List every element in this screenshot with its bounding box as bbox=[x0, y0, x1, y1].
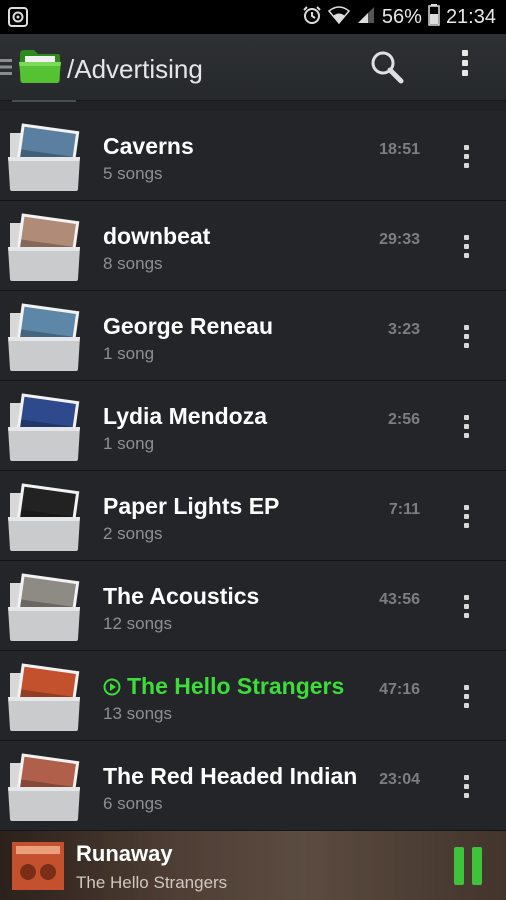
folder-song-count: 5 songs bbox=[103, 164, 163, 183]
folder-song-count: 2 songs bbox=[103, 524, 163, 543]
folder-duration: 47:16 bbox=[379, 681, 420, 698]
wifi-icon bbox=[327, 5, 350, 30]
status-bar: 56% 21:34 bbox=[0, 0, 506, 34]
folder-song-count: 1 song bbox=[103, 344, 155, 363]
battery-icon bbox=[428, 3, 440, 31]
folder-duration: 43:56 bbox=[379, 591, 420, 608]
battery-percent: 56% bbox=[381, 5, 422, 28]
folder-album-art-icon bbox=[6, 573, 82, 643]
folder-overflow-icon[interactable] bbox=[460, 235, 472, 265]
folder-title: George Reneau bbox=[103, 313, 273, 339]
folder-overflow-icon[interactable] bbox=[460, 145, 472, 175]
folder-duration: 7:11 bbox=[388, 501, 420, 518]
folder-row[interactable]: Paper Lights EP 2 songs 7:11 bbox=[0, 471, 506, 561]
folder-title: Caverns bbox=[103, 133, 194, 159]
folder-title: The Acoustics bbox=[103, 583, 260, 609]
now-playing-artist: The Hello Strangers bbox=[76, 873, 228, 892]
status-time: 21:34 bbox=[445, 5, 496, 28]
folder-overflow-icon[interactable] bbox=[460, 505, 472, 535]
folder-song-count: 1 song bbox=[103, 434, 155, 453]
folder-album-art-icon bbox=[6, 303, 82, 373]
overflow-menu-icon[interactable] bbox=[458, 50, 472, 84]
folder-overflow-icon[interactable] bbox=[460, 415, 472, 445]
folder-album-art-icon bbox=[6, 753, 82, 823]
pause-icon bbox=[454, 847, 464, 885]
folder-song-count: 8 songs bbox=[103, 254, 163, 273]
playing-indicator-icon bbox=[103, 678, 121, 696]
folder-duration: 29:33 bbox=[379, 231, 420, 248]
drawer-menu-icon[interactable] bbox=[0, 58, 12, 76]
search-icon[interactable] bbox=[370, 50, 404, 89]
folder-duration: 18:51 bbox=[379, 141, 420, 158]
folder-title: The Hello Strangers bbox=[127, 673, 345, 699]
folder-row[interactable]: The Acoustics 12 songs 43:56 bbox=[0, 561, 506, 651]
folder-title: downbeat bbox=[103, 223, 211, 249]
now-playing-bar[interactable]: Runaway The Hello Strangers bbox=[0, 831, 506, 900]
folder-overflow-icon[interactable] bbox=[460, 775, 472, 805]
folder-album-art-icon bbox=[6, 483, 82, 553]
path-title: /Advertising bbox=[67, 54, 203, 84]
signal-icon bbox=[356, 5, 376, 30]
folder-icon[interactable] bbox=[18, 48, 62, 89]
folder-album-art-icon bbox=[6, 663, 82, 733]
screenshot-notification-icon bbox=[8, 7, 28, 32]
folder-duration: 2:56 bbox=[387, 411, 420, 428]
pause-button[interactable] bbox=[452, 847, 484, 885]
folder-song-count: 6 songs bbox=[103, 794, 163, 813]
now-playing-album-art[interactable] bbox=[12, 842, 64, 890]
folder-row[interactable]: downbeat 8 songs 29:33 bbox=[0, 201, 506, 291]
folder-song-count: 13 songs bbox=[103, 704, 172, 723]
now-playing-title: Runaway bbox=[76, 841, 173, 866]
folder-row[interactable]: George Reneau 1 song 3:23 bbox=[0, 291, 506, 381]
folder-title: The Red Headed Indian bbox=[103, 763, 358, 789]
folder-row[interactable]: Caverns 5 songs 18:51 bbox=[0, 111, 506, 201]
folder-overflow-icon[interactable] bbox=[460, 685, 472, 715]
alarm-icon bbox=[302, 5, 322, 30]
folder-song-count: 12 songs bbox=[103, 614, 172, 633]
folder-overflow-icon[interactable] bbox=[460, 595, 472, 625]
folder-duration: 23:04 bbox=[379, 771, 420, 788]
folder-row[interactable]: The Hello Strangers 13 songs 47:16 bbox=[0, 651, 506, 741]
folder-title: Paper Lights EP bbox=[103, 493, 280, 519]
folder-overflow-icon[interactable] bbox=[460, 325, 472, 355]
folder-row[interactable]: Lydia Mendoza 1 song 2:56 bbox=[0, 381, 506, 471]
folder-row[interactable]: The Red Headed Indian 6 songs 23:04 bbox=[0, 741, 506, 831]
folder-album-art-icon bbox=[6, 393, 82, 463]
folder-duration: 3:23 bbox=[387, 321, 420, 338]
folder-title: Lydia Mendoza bbox=[103, 403, 267, 429]
app-bar: /Advertising bbox=[0, 34, 506, 101]
scroll-divider bbox=[12, 100, 76, 102]
folder-album-art-icon bbox=[6, 123, 82, 193]
folder-list: Caverns 5 songs 18:51 downbeat 8 songs 2… bbox=[0, 111, 506, 831]
folder-album-art-icon bbox=[6, 213, 82, 283]
